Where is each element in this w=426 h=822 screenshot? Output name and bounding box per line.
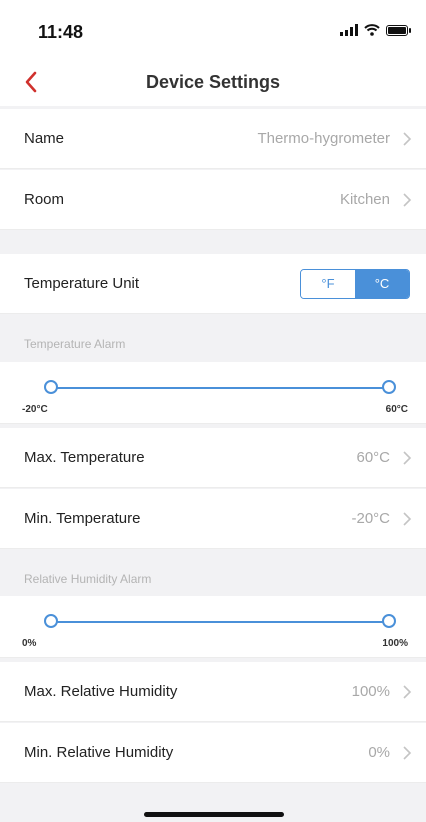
temperature-slider-track: [52, 387, 390, 389]
temperature-alarm-section-label: Temperature Alarm: [24, 337, 126, 351]
signal-icon: [340, 24, 358, 36]
humidity-range-min: 0%: [22, 638, 37, 649]
temperature-range-slider: -20°C 60°C: [0, 362, 426, 424]
humidity-alarm-section-label: Relative Humidity Alarm: [24, 572, 152, 586]
navigation-bar: Device Settings: [0, 60, 426, 106]
room-value: Kitchen: [339, 191, 390, 208]
device-settings-screen: 11:48 Device Settings Name Thermo-hygrom…: [0, 0, 426, 822]
humidity-range-slider: 0% 100%: [0, 596, 426, 658]
name-row[interactable]: Name Thermo-hygrometer: [0, 109, 426, 169]
temperature-max-thumb[interactable]: [382, 380, 396, 394]
max-temperature-row[interactable]: Max. Temperature 60°C: [0, 428, 426, 488]
temperature-unit-label: Temperature Unit: [24, 275, 140, 292]
chevron-right-icon: [403, 512, 412, 526]
status-bar: 11:48: [0, 0, 426, 60]
temperature-unit-row: Temperature Unit °F °C: [0, 254, 426, 314]
battery-icon: [386, 24, 411, 36]
wifi-icon: [364, 24, 380, 36]
home-indicator[interactable]: [144, 812, 284, 817]
humidity-min-thumb[interactable]: [44, 614, 58, 628]
chevron-right-icon: [403, 132, 412, 146]
room-label: Room: [24, 191, 65, 208]
humidity-max-thumb[interactable]: [382, 614, 396, 628]
page-title: Device Settings: [145, 72, 281, 92]
min-temperature-value: -20°C: [351, 510, 390, 527]
humidity-slider-track: [52, 621, 390, 623]
temperature-range-max: 60°C: [385, 404, 408, 415]
status-time: 11:48: [38, 22, 84, 42]
celsius-option[interactable]: °C: [355, 270, 409, 298]
max-humidity-label: Max. Relative Humidity: [24, 683, 178, 700]
temperature-range-min: -20°C: [22, 404, 48, 415]
chevron-right-icon: [403, 746, 412, 760]
temperature-min-thumb[interactable]: [44, 380, 58, 394]
max-temperature-label: Max. Temperature: [24, 449, 145, 466]
humidity-range-max: 100%: [382, 638, 408, 649]
min-humidity-label: Min. Relative Humidity: [24, 744, 174, 761]
max-humidity-value: 100%: [351, 683, 390, 700]
temperature-unit-toggle: °F °C: [300, 269, 410, 299]
name-value: Thermo-hygrometer: [257, 130, 390, 147]
room-row[interactable]: Room Kitchen: [0, 170, 426, 230]
chevron-right-icon: [403, 685, 412, 699]
chevron-right-icon: [403, 193, 412, 207]
name-label: Name: [24, 130, 65, 147]
min-temperature-label: Min. Temperature: [24, 510, 141, 527]
chevron-right-icon: [403, 451, 412, 465]
fahrenheit-option[interactable]: °F: [301, 270, 355, 298]
min-humidity-value: 0%: [368, 744, 390, 761]
max-temperature-value: 60°C: [356, 449, 390, 466]
min-temperature-row[interactable]: Min. Temperature -20°C: [0, 489, 426, 549]
min-humidity-row[interactable]: Min. Relative Humidity 0%: [0, 723, 426, 783]
max-humidity-row[interactable]: Max. Relative Humidity 100%: [0, 662, 426, 722]
status-icons: [340, 24, 411, 36]
